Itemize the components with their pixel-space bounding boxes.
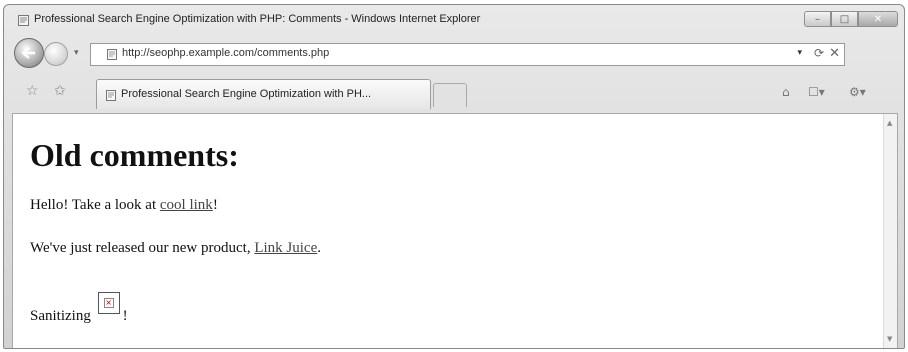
broken-image-glyph: × <box>103 298 114 308</box>
back-arrow-icon <box>22 47 35 59</box>
page-content: Old comments: Hello! Take a look at cool… <box>12 113 898 348</box>
link-juice-link[interactable]: Link Juice <box>254 240 317 256</box>
close-button[interactable]: ✕ <box>858 11 898 27</box>
comment-2-text: We've just released our new product, <box>30 240 255 256</box>
tab-page-icon <box>106 90 116 101</box>
title-bar: Professional Search Engine Optimization … <box>4 5 904 35</box>
tab-bar: ☆ ✩ Professional Search Engine Optimizat… <box>4 73 904 113</box>
back-button[interactable] <box>14 38 44 68</box>
browser-window: Professional Search Engine Optimization … <box>3 4 905 349</box>
scroll-down-icon[interactable]: ▼ <box>887 335 892 343</box>
comment-1-text: Hello! Take a look at <box>30 197 160 213</box>
minimize-button[interactable]: – <box>804 11 831 27</box>
window-title: Professional Search Engine Optimization … <box>34 13 481 25</box>
comment-3-text: Sanitizing <box>30 308 95 324</box>
comment-2-suffix: . <box>317 240 321 256</box>
comment-2: We've just released our new product, Lin… <box>30 240 321 257</box>
scroll-up-icon[interactable]: ▲ <box>887 119 892 127</box>
stop-icon[interactable]: ✕ <box>829 46 840 61</box>
ie-page-icon <box>18 15 29 26</box>
tools-menu-icon[interactable]: ⚙▾ <box>849 85 866 99</box>
maximize-button[interactable]: □ <box>831 11 858 27</box>
recent-pages-dropdown[interactable]: ▾ <box>74 48 79 58</box>
comment-1-suffix: ! <box>212 197 218 213</box>
cool-link[interactable]: cool link <box>160 197 213 213</box>
page-menu-icon[interactable]: ☐▾ <box>808 85 825 99</box>
address-dropdown-icon[interactable]: ▾ <box>797 48 802 58</box>
refresh-icon[interactable]: ⟳ <box>814 46 824 60</box>
page-heading: Old comments: <box>30 137 239 173</box>
document-body: Old comments: Hello! Take a look at cool… <box>13 114 883 348</box>
add-favorites-icon[interactable]: ✩ <box>54 83 66 99</box>
window-controls: – □ ✕ <box>804 11 898 29</box>
address-bar[interactable]: http://seophp.example.com/comments.php ▾… <box>90 43 845 66</box>
tab-active[interactable]: Professional Search Engine Optimization … <box>96 79 431 109</box>
navigation-bar: ▾ http://seophp.example.com/comments.php… <box>4 35 904 71</box>
favorites-star-icon[interactable]: ☆ <box>26 83 39 99</box>
tab-label: Professional Search Engine Optimization … <box>121 88 372 100</box>
address-url[interactable]: http://seophp.example.com/comments.php <box>122 47 329 59</box>
forward-button[interactable] <box>44 42 68 66</box>
comment-3-suffix: ! <box>122 308 128 324</box>
comment-1: Hello! Take a look at cool link! <box>30 197 218 214</box>
new-tab-button[interactable] <box>433 83 467 107</box>
home-icon[interactable]: ⌂ <box>782 85 790 99</box>
vertical-scrollbar[interactable]: ▲ ▼ <box>883 114 897 348</box>
page-icon <box>107 49 117 60</box>
comment-3: Sanitizing ×! <box>30 292 128 325</box>
broken-image-icon: × <box>97 292 120 314</box>
